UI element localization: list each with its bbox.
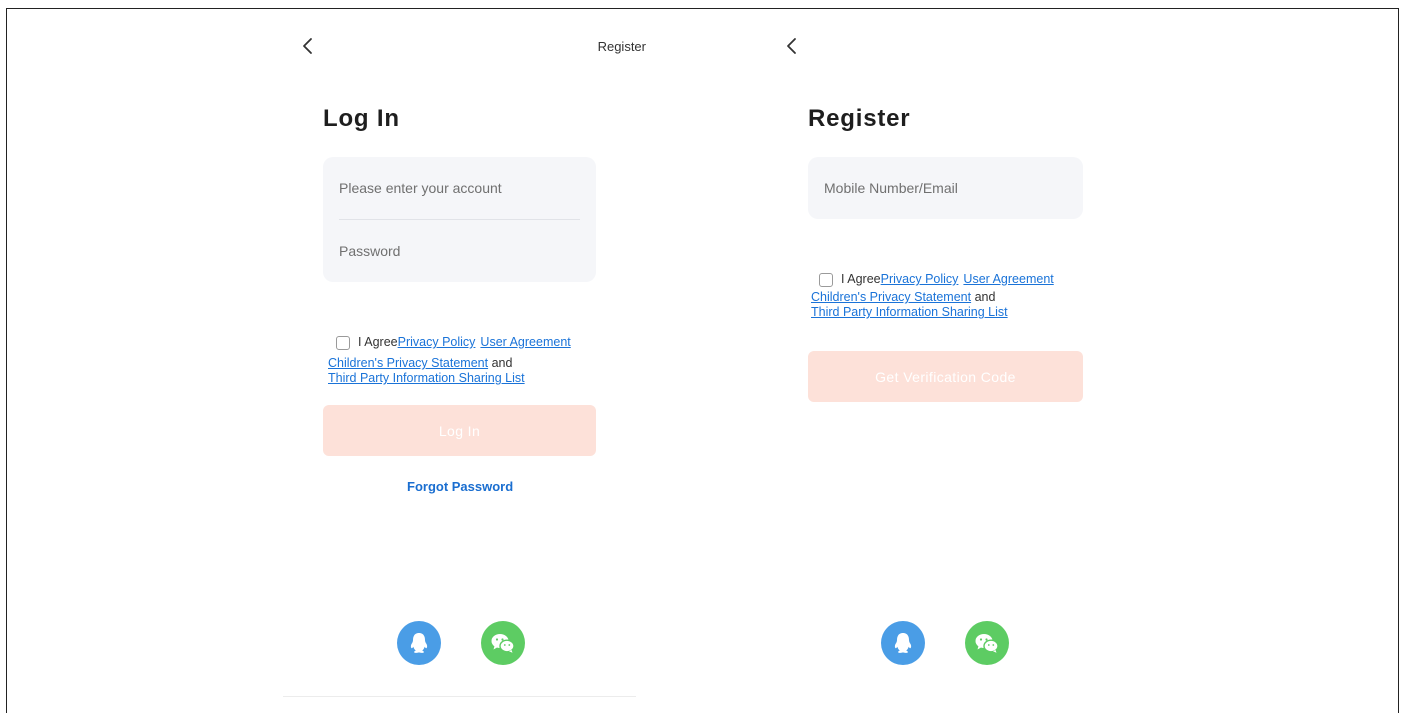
qq-icon <box>410 633 428 653</box>
register-link[interactable]: Register <box>598 39 646 54</box>
qq-login-button[interactable] <box>397 621 441 665</box>
agree-checkbox[interactable] <box>336 335 350 350</box>
agree-label: I Agree <box>841 272 881 286</box>
page-title: Register <box>808 105 911 132</box>
third-party-list-link[interactable]: Third Party Information Sharing List <box>328 371 525 385</box>
and-text: and <box>491 356 513 370</box>
user-agreement-link[interactable]: User Agreement <box>480 335 570 350</box>
agreement-block: I Agree Privacy Policy User Agreement Ch… <box>328 335 571 386</box>
register-form-card <box>808 157 1083 219</box>
forgot-password-link[interactable]: Forgot Password <box>407 479 513 494</box>
wechat-icon <box>491 634 515 653</box>
login-button[interactable]: Log In <box>323 405 596 456</box>
get-verification-code-button[interactable]: Get Verification Code <box>808 351 1083 402</box>
wechat-login-button[interactable] <box>481 621 525 665</box>
chevron-left-icon <box>787 38 796 54</box>
agreement-block: I Agree Privacy Policy User Agreement Ch… <box>811 272 1054 320</box>
third-party-list-link[interactable]: Third Party Information Sharing List <box>811 305 1008 319</box>
agree-checkbox[interactable] <box>819 272 833 287</box>
wechat-icon <box>975 634 999 653</box>
qq-icon <box>894 633 912 653</box>
account-input[interactable] <box>339 180 580 196</box>
wechat-login-button[interactable] <box>965 621 1009 665</box>
login-form-card <box>323 157 596 282</box>
contact-input[interactable] <box>824 180 1067 196</box>
childrens-privacy-link[interactable]: Children's Privacy Statement <box>811 290 971 304</box>
bottom-divider <box>283 696 636 697</box>
user-agreement-link[interactable]: User Agreement <box>963 272 1053 287</box>
login-screen: Register Log In I Agree Privacy Policy U… <box>283 9 646 713</box>
agree-label: I Agree <box>358 335 398 349</box>
screenshot-frame: Register Log In I Agree Privacy Policy U… <box>6 8 1399 713</box>
privacy-policy-link[interactable]: Privacy Policy <box>398 335 476 350</box>
contact-field[interactable] <box>824 157 1067 219</box>
childrens-privacy-link[interactable]: Children's Privacy Statement <box>328 356 488 370</box>
register-screen: Register I Agree Privacy Policy User Agr… <box>767 9 1122 713</box>
qq-login-button[interactable] <box>881 621 925 665</box>
account-field[interactable] <box>339 157 580 219</box>
and-text: and <box>974 290 996 304</box>
password-input[interactable] <box>339 243 580 259</box>
back-button[interactable] <box>297 35 319 57</box>
password-field[interactable] <box>339 220 580 282</box>
chevron-left-icon <box>303 38 312 54</box>
back-button[interactable] <box>781 35 803 57</box>
page-title: Log In <box>323 105 400 132</box>
privacy-policy-link[interactable]: Privacy Policy <box>881 272 959 287</box>
